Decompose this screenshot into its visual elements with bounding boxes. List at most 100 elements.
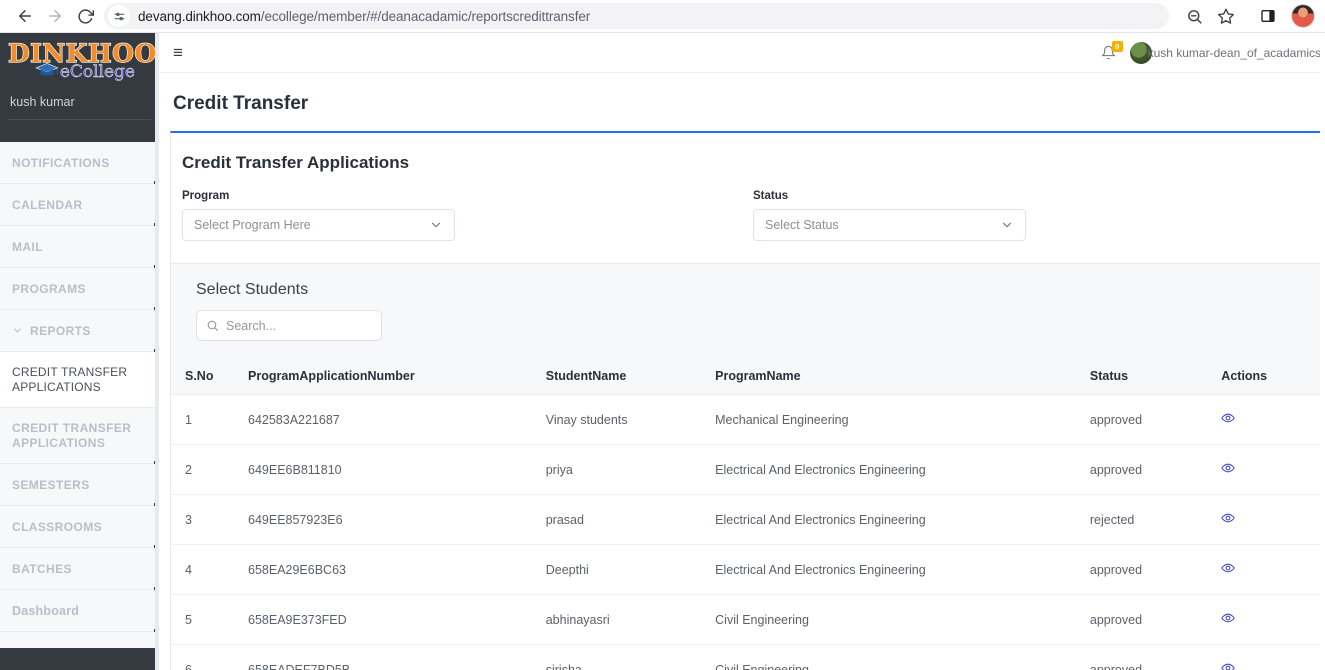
cell-status: rejected <box>1089 494 1222 545</box>
cell-status: approved <box>1089 594 1222 645</box>
status-select[interactable]: Select Status <box>753 209 1026 241</box>
side-panel-icon[interactable] <box>1253 1 1283 31</box>
students-table: S.No ProgramApplicationNumber StudentName P… <box>171 358 1324 670</box>
sidebar-item-label: REPORTS <box>30 323 91 338</box>
cell-application-number: 658EA29E6BC63 <box>248 544 546 595</box>
table-body: 1 642583A221687 Vinay students Mechanical E… <box>171 394 1324 670</box>
logo[interactable]: DINKHOO! eCollege <box>0 40 159 83</box>
view-icon[interactable] <box>1221 613 1236 628</box>
cell-status: approved <box>1089 544 1222 595</box>
cell-sno: 6 <box>171 644 248 670</box>
cell-application-number: 649EE6B811810 <box>248 444 546 495</box>
content-area: Credit Transfer Applications Program Sel… <box>159 131 1325 670</box>
cell-actions <box>1221 594 1324 645</box>
program-filter: Program Select Program Here <box>182 190 455 241</box>
search-input[interactable]: Search... <box>196 310 382 341</box>
status-select-value: Select Status <box>765 218 839 232</box>
cell-program-name: Electrical And Electronics Engineering <box>715 444 1090 495</box>
address-bar[interactable]: devang.dinkhoo.com/ecollege/member/#/dea… <box>104 3 1169 29</box>
table-row: 1 642583A221687 Vinay students Mechanical E… <box>171 394 1324 445</box>
sidebar-item-credit-transfer-applications[interactable]: CREDIT TRANSFER APPLICATIONS <box>0 352 159 408</box>
table-row: 5 658EA9E373FED abhinayasri Civil Engineeri… <box>171 594 1324 645</box>
profile-avatar-icon[interactable] <box>1291 4 1315 28</box>
cell-status: approved <box>1089 444 1222 495</box>
sidebar-item-label: CALENDAR <box>12 197 83 212</box>
cell-actions <box>1221 444 1324 495</box>
sidebar-item-batches[interactable]: BATCHES <box>0 548 159 590</box>
user-menu[interactable]: kush kumar-dean_of_acadamics <box>1129 41 1321 64</box>
sidebar-item-dashboard[interactable]: Dashboard <box>0 590 159 632</box>
sidebar-menu: NOTIFICATIONS CALENDAR MAIL PROGRAMS REPORTS… <box>0 142 159 648</box>
table-row: 4 658EA29E6BC63 Deepthi Electrical And Elec… <box>171 544 1324 595</box>
back-arrow-icon[interactable] <box>10 1 40 31</box>
notifications-button[interactable]: 0 <box>1097 41 1126 60</box>
browser-actions <box>1179 1 1315 31</box>
cell-application-number: 642583A221687 <box>248 394 546 445</box>
view-icon[interactable] <box>1221 563 1236 578</box>
cell-sno: 1 <box>171 394 248 445</box>
url-path: /ecollege/member/#/deanacadamic/reportsc… <box>260 8 591 24</box>
zoom-out-icon[interactable] <box>1179 1 1209 31</box>
notification-count-badge: 0 <box>1111 41 1123 52</box>
search-placeholder: Search... <box>226 318 277 333</box>
filter-row: Program Select Program Here Status Selec… <box>171 173 1324 263</box>
select-students-title: Select Students <box>196 281 309 298</box>
logo-secondary-text: eCollege <box>59 62 136 82</box>
sidebar-item-label: MAIL <box>12 239 43 254</box>
search-icon <box>207 320 218 331</box>
cell-program-name: Electrical And Electronics Engineering <box>715 494 1090 545</box>
sidebar-item-reports[interactable]: REPORTS <box>0 310 159 352</box>
user-name-label: kush kumar-dean_of_acadamics <box>1147 45 1321 60</box>
panel-spacer <box>171 341 1324 358</box>
cell-actions <box>1221 394 1324 445</box>
sidebar-footer <box>0 648 159 670</box>
program-select-value: Select Program Here <box>194 218 311 232</box>
sidebar-item-label: NOTIFICATIONS <box>12 155 110 170</box>
cell-student-name: Vinay students <box>545 394 716 445</box>
sidebar-brand: DINKHOO! eCollege kush kumar <box>0 33 159 142</box>
column-header-actions: Actions <box>1221 358 1324 395</box>
main-content: ≡ 0 kush kumar-dean_of_acadamics Credit … <box>159 33 1325 670</box>
sidebar-item-classrooms[interactable]: CLASSROOMS <box>0 506 159 548</box>
cell-sno: 2 <box>171 444 248 495</box>
top-bar-right: 0 kush kumar-dean_of_acadamics <box>1097 41 1321 64</box>
card-title: Credit Transfer Applications <box>182 153 410 172</box>
sidebar: DINKHOO! eCollege kush kumar NOTIFICATIO… <box>0 33 159 670</box>
sidebar-item-semesters[interactable]: SEMESTERS <box>0 464 159 506</box>
site-settings-icon[interactable] <box>108 5 130 27</box>
program-filter-label: Program <box>182 190 230 202</box>
cell-student-name: prasad <box>545 494 716 545</box>
cell-actions <box>1221 494 1324 545</box>
program-select[interactable]: Select Program Here <box>182 209 455 241</box>
star-icon[interactable] <box>1211 1 1241 31</box>
hamburger-menu-icon[interactable]: ≡ <box>173 44 183 61</box>
cell-application-number: 658EA9E373FED <box>248 594 546 645</box>
sidebar-item-credit-transfer-applications[interactable]: CREDIT TRANSFER APPLICATIONS <box>0 408 159 464</box>
sidebar-item-programs[interactable]: PROGRAMS <box>0 268 159 310</box>
sidebar-item-calendar[interactable]: CALENDAR <box>0 184 159 226</box>
credit-transfer-card: Credit Transfer Applications Program Sel… <box>170 131 1325 264</box>
view-icon[interactable] <box>1221 663 1236 670</box>
view-icon[interactable] <box>1221 513 1236 528</box>
page-title: Credit Transfer <box>159 73 1325 131</box>
column-header-programapplicationnumber: ProgramApplicationNumber <box>248 358 546 395</box>
sidebar-item-label: CREDIT TRANSFER APPLICATIONS <box>12 420 132 450</box>
content-right-edge <box>1320 33 1325 670</box>
sidebar-user-name: kush kumar <box>10 95 75 109</box>
forward-arrow-icon[interactable] <box>40 1 70 31</box>
sidebar-item-label: PROGRAMS <box>12 281 86 296</box>
reload-icon[interactable] <box>70 1 100 31</box>
cell-student-name: sirisha <box>545 644 716 670</box>
cell-program-name: Mechanical Engineering <box>715 394 1090 445</box>
column-header-studentname: StudentName <box>545 358 716 395</box>
status-filter: Status Select Status <box>753 190 1026 241</box>
sidebar-item-mail[interactable]: MAIL <box>0 226 159 268</box>
view-icon[interactable] <box>1221 463 1236 478</box>
sidebar-item-notifications[interactable]: NOTIFICATIONS <box>0 142 159 184</box>
cell-program-name: Electrical And Electronics Engineering <box>715 544 1090 595</box>
column-header-programname: ProgramName <box>715 358 1090 395</box>
cell-student-name: priya <box>545 444 716 495</box>
view-icon[interactable] <box>1221 413 1236 428</box>
table-row: 6 658EADEF7BD5B sirisha Civil Engineering ap… <box>171 644 1324 670</box>
cell-status: approved <box>1089 394 1222 445</box>
